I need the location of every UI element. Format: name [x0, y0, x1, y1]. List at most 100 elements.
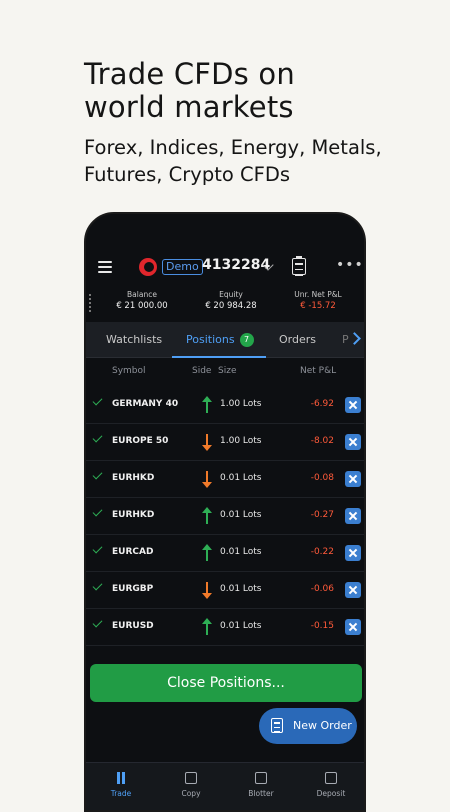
check-icon[interactable] — [92, 395, 103, 406]
row-size: 0.01 Lots — [220, 621, 262, 631]
tab-bar: Watchlists Positions 7 Orders P — [86, 322, 364, 358]
positions-count-badge: 7 — [239, 333, 254, 347]
row-pnl: -0.08 — [310, 473, 334, 483]
menu-icon[interactable] — [98, 261, 112, 273]
unrealized-pnl-label: Unr. Net P&L — [294, 290, 342, 299]
tab-partial[interactable]: P — [342, 322, 349, 358]
order-ticket-icon — [271, 718, 283, 733]
row-pnl: -6.92 — [310, 399, 334, 409]
close-position-button[interactable] — [345, 397, 361, 413]
phone-frame: Demo 4132284 ••• Balance € 21 000.00 Equ… — [84, 212, 366, 812]
new-order-button[interactable]: New Order — [259, 708, 357, 744]
arrow-up-icon — [202, 507, 212, 525]
table-row[interactable]: EURCAD 0.01 Lots -0.22 — [86, 536, 364, 572]
table-row[interactable]: GERMANY 40 1.00 Lots -6.92 — [86, 388, 364, 424]
table-row[interactable]: EURHKD 0.01 Lots -0.27 — [86, 499, 364, 535]
nav-blotter-label: Blotter — [248, 789, 274, 798]
tab-positions-label: Positions — [186, 333, 235, 346]
drag-handle-icon[interactable] — [89, 294, 91, 314]
check-icon[interactable] — [92, 469, 103, 480]
row-symbol: EURUSD — [112, 621, 154, 631]
tab-orders[interactable]: Orders — [279, 322, 316, 358]
nav-deposit-label: Deposit — [316, 789, 346, 798]
bottom-nav: Trade Copy Blotter Deposit — [86, 762, 364, 810]
column-side: Side — [192, 366, 212, 376]
nav-copy[interactable]: Copy — [156, 763, 226, 798]
new-order-label: New Order — [293, 719, 352, 732]
app-screen: Demo 4132284 ••• Balance € 21 000.00 Equ… — [86, 214, 364, 810]
chevron-right-icon[interactable] — [348, 332, 361, 345]
account-stats: Balance € 21 000.00 Equity € 20 984.28 U… — [86, 290, 364, 318]
nav-trade[interactable]: Trade — [86, 763, 156, 798]
close-position-button[interactable] — [345, 471, 361, 487]
account-type-badge: Demo — [162, 259, 203, 275]
nav-deposit[interactable]: Deposit — [296, 763, 364, 798]
tab-watchlists[interactable]: Watchlists — [106, 322, 162, 358]
balance-stat: Balance € 21 000.00 — [102, 290, 182, 311]
promo-block: Trade CFDs on world markets Forex, Indic… — [84, 58, 384, 188]
brand-logo-icon — [139, 258, 157, 276]
row-pnl: -0.22 — [310, 547, 334, 557]
column-net-pnl: Net P&L — [300, 366, 337, 376]
row-size: 1.00 Lots — [220, 399, 262, 409]
row-size: 0.01 Lots — [220, 584, 262, 594]
row-symbol: EURGBP — [112, 584, 154, 594]
equity-stat: Equity € 20 984.28 — [191, 290, 271, 311]
more-options-icon[interactable]: ••• — [336, 257, 364, 273]
nav-blotter[interactable]: Blotter — [226, 763, 296, 798]
column-size: Size — [218, 366, 237, 376]
balance-value: € 21 000.00 — [116, 301, 168, 311]
row-pnl: -8.02 — [310, 436, 334, 446]
unrealized-pnl-value: € -15.72 — [300, 301, 336, 311]
check-icon[interactable] — [92, 617, 103, 628]
close-position-button[interactable] — [345, 545, 361, 561]
close-position-button[interactable] — [345, 434, 361, 450]
table-row[interactable]: EURHKD 0.01 Lots -0.08 — [86, 462, 364, 498]
row-size: 0.01 Lots — [220, 473, 262, 483]
arrow-up-icon — [202, 544, 212, 562]
copy-icon — [185, 772, 197, 784]
nav-trade-label: Trade — [110, 789, 132, 798]
equity-label: Equity — [219, 290, 243, 299]
nav-copy-label: Copy — [181, 789, 201, 798]
deposit-icon — [325, 772, 337, 784]
row-pnl: -0.27 — [310, 510, 334, 520]
row-size: 0.01 Lots — [220, 547, 262, 557]
check-icon[interactable] — [92, 580, 103, 591]
row-symbol: GERMANY 40 — [112, 399, 179, 409]
check-icon[interactable] — [92, 543, 103, 554]
close-positions-button[interactable]: Close Positions... — [90, 664, 362, 702]
blotter-icon — [255, 772, 267, 784]
close-position-button[interactable] — [345, 619, 361, 635]
row-symbol: EURHKD — [112, 473, 155, 483]
promo-subtitle: Forex, Indices, Energy, Metals, Futures,… — [84, 136, 382, 186]
tab-positions[interactable]: Positions 7 — [172, 322, 266, 358]
candlestick-icon — [115, 772, 127, 784]
table-row[interactable]: EURGBP 0.01 Lots -0.06 — [86, 573, 364, 609]
unrealized-pnl-stat: Unr. Net P&L € -15.72 — [278, 290, 358, 311]
promo-title: Trade CFDs on world markets — [84, 57, 295, 124]
close-position-button[interactable] — [345, 508, 361, 524]
arrow-down-icon — [202, 581, 212, 599]
check-icon[interactable] — [92, 432, 103, 443]
table-row[interactable]: EURUSD 0.01 Lots -0.15 — [86, 610, 364, 646]
row-size: 0.01 Lots — [220, 510, 262, 520]
arrow-down-icon — [202, 433, 212, 451]
equity-value: € 20 984.28 — [205, 301, 257, 311]
clipboard-icon[interactable] — [292, 256, 306, 276]
row-pnl: -0.06 — [310, 584, 334, 594]
row-symbol: EUROPE 50 — [112, 436, 169, 446]
row-symbol: EURCAD — [112, 547, 154, 557]
row-pnl: -0.15 — [310, 621, 334, 631]
row-size: 1.00 Lots — [220, 436, 262, 446]
arrow-down-icon — [202, 470, 212, 488]
check-icon[interactable] — [92, 506, 103, 517]
close-position-button[interactable] — [345, 582, 361, 598]
balance-label: Balance — [127, 290, 157, 299]
arrow-up-icon — [202, 396, 212, 414]
app-header: Demo 4132284 ••• — [86, 252, 364, 282]
column-symbol: Symbol — [112, 366, 146, 376]
arrow-up-icon — [202, 618, 212, 636]
account-number[interactable]: 4132284 — [202, 257, 270, 273]
table-row[interactable]: EUROPE 50 1.00 Lots -8.02 — [86, 425, 364, 461]
